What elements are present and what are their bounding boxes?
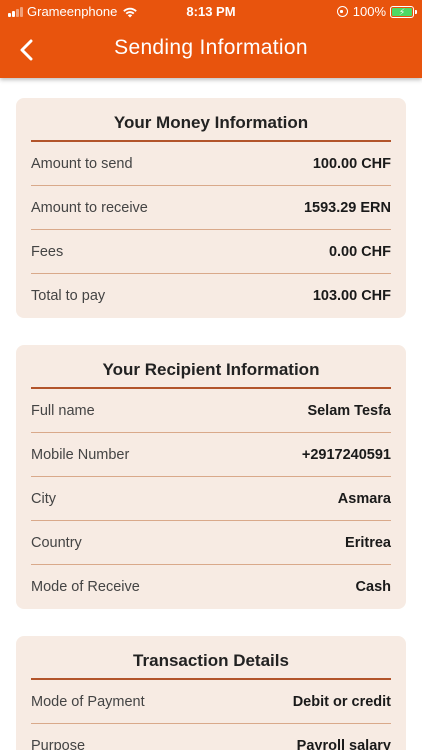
row-value: 0.00 CHF xyxy=(328,243,391,260)
orientation-lock-icon xyxy=(336,6,348,17)
transaction-row-payment-mode: Mode of Payment Debit or credit xyxy=(31,680,391,724)
battery-percentage: 100% xyxy=(352,4,386,19)
recipient-row-city: City Asmara xyxy=(31,477,391,521)
money-row-amount-receive: Amount to receive 1593.29 ERN xyxy=(31,186,391,230)
money-row-total: Total to pay 103.00 CHF xyxy=(31,274,391,318)
row-label: Amount to receive xyxy=(31,199,148,216)
status-right: 100% ⚡ xyxy=(336,4,417,19)
money-info-card: Your Money Information Amount to send 10… xyxy=(16,98,406,318)
money-row-amount-send: Amount to send 100.00 CHF xyxy=(31,142,391,186)
row-value: 103.00 CHF xyxy=(312,288,391,304)
row-label: Purpose xyxy=(31,738,86,750)
app-header: Grameenphone 8:13 PM 100% ⚡ Sending Info… xyxy=(0,0,422,78)
row-value: Debit or credit xyxy=(292,693,391,710)
row-label: Mobile Number xyxy=(31,446,130,463)
transaction-details-card: Transaction Details Mode of Payment Debi… xyxy=(16,636,406,750)
row-value: 100.00 CHF xyxy=(312,155,391,172)
page-title: Sending Information xyxy=(114,36,308,59)
row-label: Fees xyxy=(31,243,64,260)
row-label: Amount to send xyxy=(31,155,133,172)
row-label: Mode of Receive xyxy=(31,579,140,595)
card-title: Your Recipient Information xyxy=(31,345,391,389)
row-value: Asmara xyxy=(337,490,391,507)
row-label: Mode of Payment xyxy=(31,693,145,710)
nav-bar: Sending Information xyxy=(0,26,422,74)
row-value: Cash xyxy=(355,579,391,595)
recipient-row-full-name: Full name Selam Tesfa xyxy=(31,389,391,433)
row-value: Selam Tesfa xyxy=(307,402,391,419)
money-row-fees: Fees 0.00 CHF xyxy=(31,230,391,274)
row-label: Total to pay xyxy=(31,288,106,304)
row-value: Eritrea xyxy=(345,534,391,551)
recipient-row-mobile: Mobile Number +2917240591 xyxy=(31,433,391,477)
card-title: Transaction Details xyxy=(31,636,391,680)
status-bar: Grameenphone 8:13 PM 100% ⚡ xyxy=(0,0,422,24)
row-label: City xyxy=(31,490,56,507)
recipient-row-country: Country Eritrea xyxy=(31,521,391,565)
transaction-row-purpose: Purpose Payroll salary xyxy=(31,724,391,750)
row-value: Payroll salary xyxy=(296,738,391,750)
battery-charging-icon: ⚡ xyxy=(390,5,417,18)
content-scroll[interactable]: Your Money Information Amount to send 10… xyxy=(0,78,422,750)
row-value: 1593.29 ERN xyxy=(303,199,391,216)
row-value: +2917240591 xyxy=(301,446,391,463)
recipient-row-mode-receive: Mode of Receive Cash xyxy=(31,565,391,609)
row-label: Full name xyxy=(31,402,95,419)
card-title: Your Money Information xyxy=(31,98,391,142)
row-label: Country xyxy=(31,534,82,551)
recipient-info-card: Your Recipient Information Full name Sel… xyxy=(16,345,406,609)
